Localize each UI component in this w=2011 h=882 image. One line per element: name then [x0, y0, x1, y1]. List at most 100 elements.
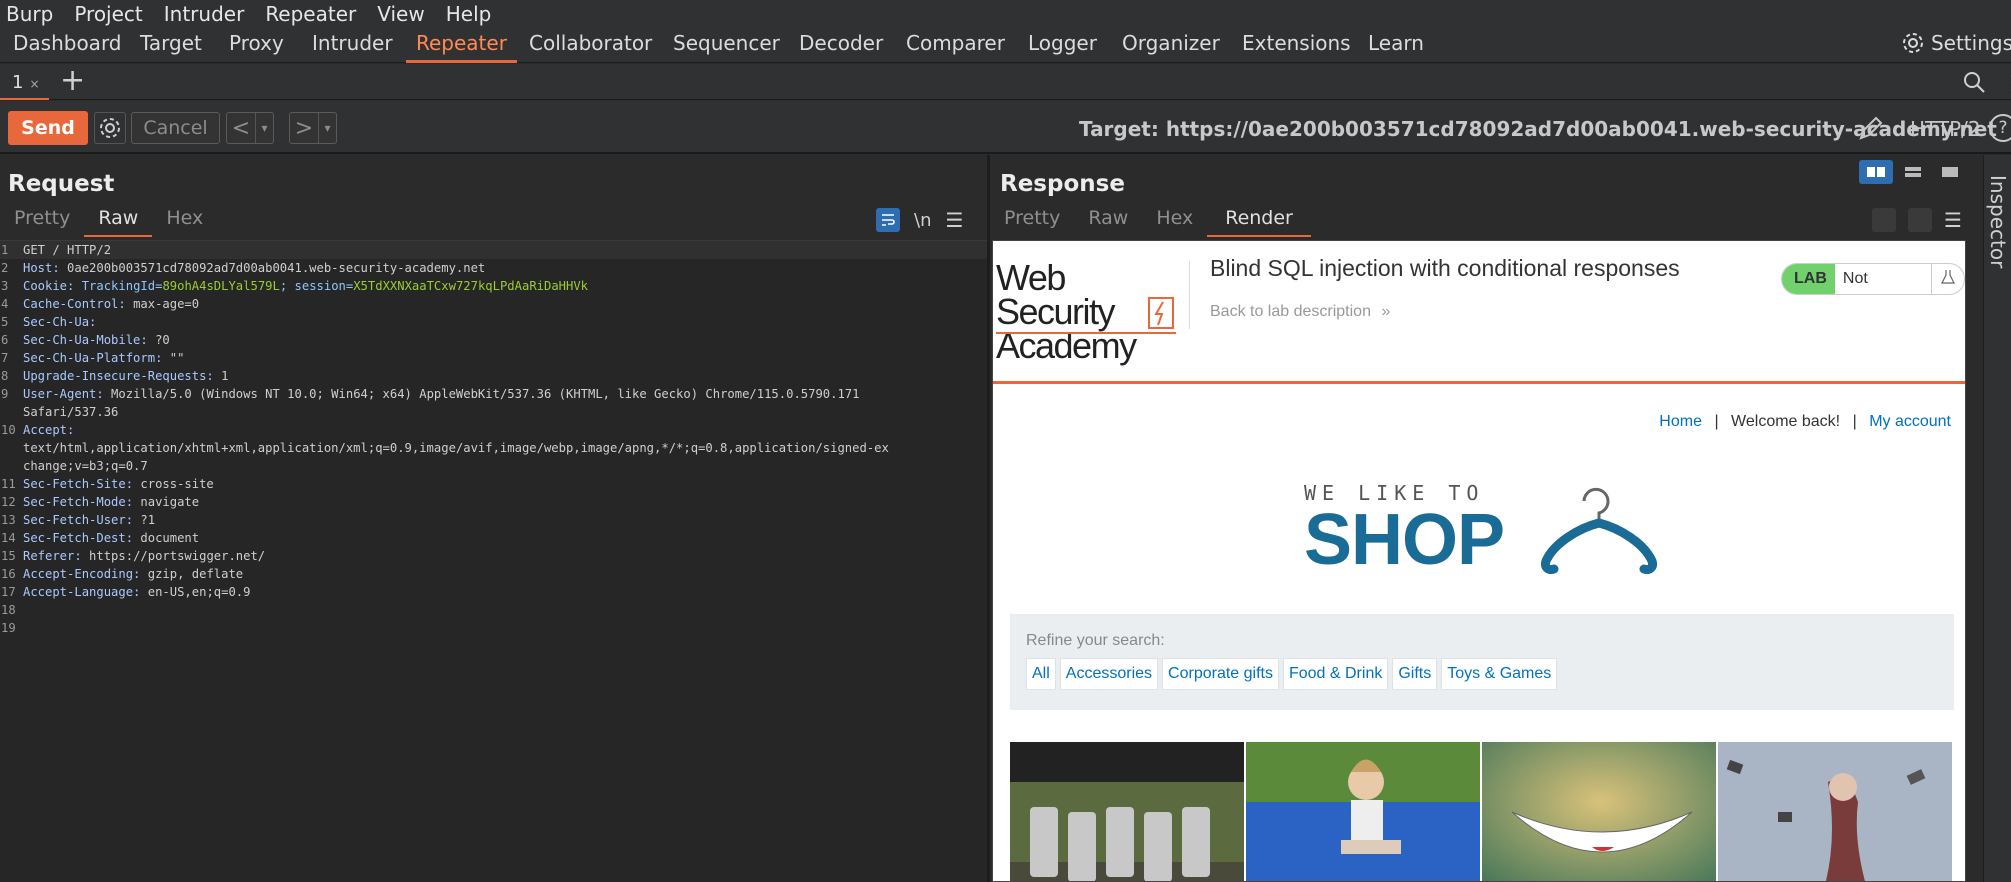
header-value: gzip, deflate	[140, 567, 244, 581]
chevron-down-icon[interactable]: ▾	[318, 113, 336, 143]
line-content: Sec-Ch-Ua-Platform: ""	[23, 349, 184, 367]
request-line[interactable]: 4 Cache-Control: max-age=0	[0, 295, 987, 313]
response-tab-hex[interactable]: Hex	[1142, 207, 1207, 237]
tab-extensions[interactable]: Extensions	[1242, 31, 1351, 61]
menu-project[interactable]: Project	[74, 2, 142, 26]
filter-accessories[interactable]: Accessories	[1059, 658, 1159, 690]
response-tab-raw[interactable]: Raw	[1074, 207, 1142, 237]
product-image[interactable]	[1010, 742, 1244, 881]
word-wrap-icon[interactable]	[1872, 208, 1896, 232]
line-number: 10	[1, 423, 16, 437]
request-line[interactable]: 10 Accept:	[0, 421, 987, 439]
request-line[interactable]: 18	[0, 601, 987, 619]
tab-decoder[interactable]: Decoder	[799, 31, 883, 61]
request-line[interactable]: 16 Accept-Encoding: gzip, deflate	[0, 565, 987, 583]
tab-comparer[interactable]: Comparer	[906, 31, 1005, 61]
menu-intruder[interactable]: Intruder	[164, 2, 245, 26]
show-newlines-icon[interactable]	[1908, 208, 1932, 232]
request-line[interactable]: 15 Referer: https://portswigger.net/	[0, 547, 987, 565]
tab-proxy[interactable]: Proxy	[229, 31, 284, 61]
my-account-link[interactable]: My account	[1869, 413, 1951, 430]
settings-button[interactable]: Settings	[1901, 31, 2011, 55]
web-security-academy-logo[interactable]: Web Security Academy	[996, 260, 1176, 364]
filter-food-drink[interactable]: Food & Drink	[1282, 658, 1389, 690]
request-editor[interactable]: 1 GET / HTTP/2 2 Host: 0ae200b003571cd78092…	[0, 240, 987, 882]
request-line[interactable]: 19	[0, 619, 987, 637]
layout-tabs-icon[interactable]	[1933, 160, 1967, 184]
response-tab-pretty[interactable]: Pretty	[990, 207, 1074, 237]
layout-top-bottom-icon[interactable]	[1896, 160, 1930, 184]
menu-view[interactable]: View	[377, 2, 424, 26]
request-line[interactable]: 6 Sec-Ch-Ua-Mobile: ?0	[0, 331, 987, 349]
line-content: Accept-Encoding: gzip, deflate	[23, 565, 243, 583]
request-line[interactable]: change;v=b3;q=0.7	[0, 457, 987, 475]
menu-burp[interactable]: Burp	[6, 2, 53, 26]
response-tab-render[interactable]: Render	[1207, 207, 1311, 237]
help-icon[interactable]: ?	[1989, 114, 2011, 142]
request-settings-button[interactable]	[94, 112, 126, 144]
search-icon[interactable]	[1962, 70, 1986, 94]
back-to-lab-link[interactable]: Back to lab description »	[1210, 303, 1390, 321]
request-line[interactable]: 2 Host: 0ae200b003571cd78092ad7d00ab0041.…	[0, 259, 987, 277]
menu-help[interactable]: Help	[446, 2, 492, 26]
product-image[interactable]	[1482, 742, 1716, 881]
menu-icon[interactable]: ☰	[1944, 208, 1962, 232]
close-tab-icon[interactable]: ×	[29, 77, 39, 91]
filter-toys-games[interactable]: Toys & Games	[1441, 658, 1558, 690]
filter-corporate-gifts[interactable]: Corporate gifts	[1162, 658, 1279, 690]
request-tab-hex[interactable]: Hex	[152, 207, 217, 237]
layout-toggle-group	[1859, 160, 1970, 184]
add-tab-button[interactable]: +	[60, 66, 85, 96]
home-link[interactable]: Home	[1659, 413, 1702, 430]
request-line[interactable]: Safari/537.36	[0, 403, 987, 421]
tab-collaborator[interactable]: Collaborator	[529, 31, 652, 61]
more-options-icon[interactable]: ⋮	[2002, 70, 2011, 94]
menu-icon[interactable]: ☰	[945, 208, 963, 232]
history-forward-button[interactable]: > ▾	[289, 112, 337, 144]
request-line[interactable]: text/html,application/xhtml+xml,applicat…	[0, 439, 987, 457]
repeater-tab-1[interactable]: 1 ×	[0, 64, 49, 100]
inspector-sidebar[interactable]: Inspector	[1983, 155, 2011, 882]
history-back-button[interactable]: < ▾	[226, 112, 274, 144]
request-line[interactable]: 3 Cookie: TrackingId=89ohA4sDLYal579L; se…	[0, 277, 987, 295]
send-button[interactable]: Send	[8, 111, 88, 145]
request-line[interactable]: 9 User-Agent: Mozilla/5.0 (Windows NT 10.…	[0, 385, 987, 403]
tab-sequencer[interactable]: Sequencer	[673, 31, 780, 61]
request-line[interactable]: 11 Sec-Fetch-Site: cross-site	[0, 475, 987, 493]
cancel-button[interactable]: Cancel	[131, 112, 220, 144]
product-image[interactable]	[1718, 742, 1952, 881]
http-version-label[interactable]: HTTP/2	[1910, 117, 1981, 141]
filter-gifts[interactable]: Gifts	[1392, 658, 1438, 690]
product-image[interactable]	[1246, 742, 1480, 881]
word-wrap-icon[interactable]	[876, 208, 900, 232]
show-newlines-icon[interactable]: \n	[914, 210, 931, 231]
tab-repeater[interactable]: Repeater	[406, 31, 517, 63]
tab-learn[interactable]: Learn	[1368, 31, 1424, 61]
request-line[interactable]: 17 Accept-Language: en-US,en;q=0.9	[0, 583, 987, 601]
request-tab-pretty[interactable]: Pretty	[0, 207, 84, 237]
lab-status-widget: LAB Not solved	[1781, 263, 1965, 295]
request-line[interactable]: 14 Sec-Fetch-Dest: document	[0, 529, 987, 547]
request-line[interactable]: 5 Sec-Ch-Ua:	[0, 313, 987, 331]
header-name: Sec-Fetch-Site:	[23, 477, 134, 491]
logo-underline	[996, 332, 1176, 334]
filter-all[interactable]: All	[1026, 658, 1056, 690]
tab-logger[interactable]: Logger	[1028, 31, 1097, 61]
tab-dashboard[interactable]: Dashboard	[13, 31, 122, 61]
request-line[interactable]: 12 Sec-Fetch-Mode: navigate	[0, 493, 987, 511]
request-line[interactable]: 1 GET / HTTP/2	[0, 241, 987, 259]
request-line[interactable]: 8 Upgrade-Insecure-Requests: 1	[0, 367, 987, 385]
menu-repeater[interactable]: Repeater	[265, 2, 356, 26]
chevron-down-icon[interactable]: ▾	[255, 113, 273, 143]
tab-target[interactable]: Target	[140, 31, 202, 61]
layout-side-by-side-icon[interactable]	[1859, 160, 1893, 184]
pencil-icon[interactable]	[1856, 113, 1886, 143]
tab-intruder[interactable]: Intruder	[312, 31, 393, 61]
menu-bar: Burp Project Intruder Repeater View Help	[0, 0, 2011, 27]
request-line[interactable]: 7 Sec-Ch-Ua-Platform: ""	[0, 349, 987, 367]
header-name: Sec-Ch-Ua:	[23, 315, 97, 329]
tab-organizer[interactable]: Organizer	[1122, 31, 1220, 61]
header-value: navigate	[133, 495, 200, 509]
request-line[interactable]: 13 Sec-Fetch-User: ?1	[0, 511, 987, 529]
request-tab-raw[interactable]: Raw	[84, 207, 153, 237]
